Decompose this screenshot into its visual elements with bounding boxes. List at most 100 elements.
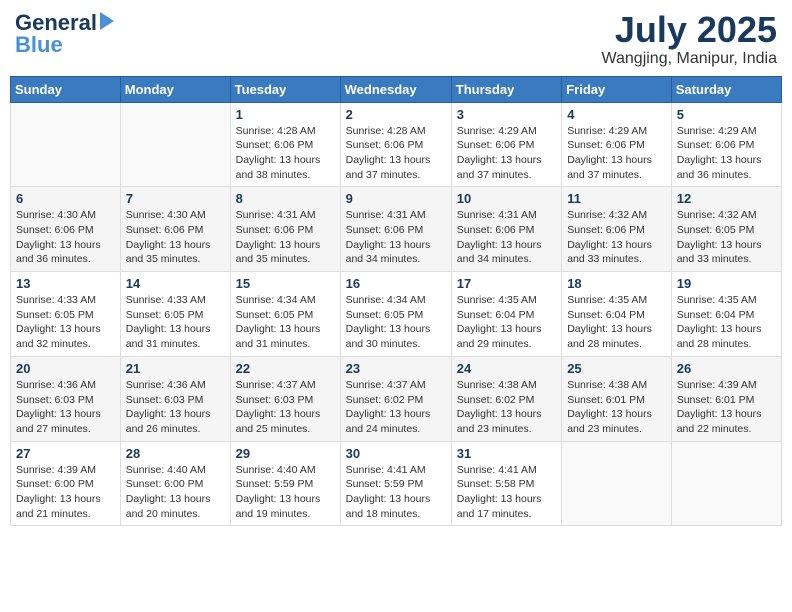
location: Wangjing, Manipur, India xyxy=(601,50,777,68)
day-info: Sunrise: 4:29 AM Sunset: 6:06 PM Dayligh… xyxy=(677,124,776,183)
table-row: 14 Sunrise: 4:33 AM Sunset: 6:05 PM Dayli… xyxy=(120,272,230,357)
day-number: 27 xyxy=(16,446,115,461)
logo: General Blue xyxy=(15,10,114,54)
table-row: 9 Sunrise: 4:31 AM Sunset: 6:06 PM Daylig… xyxy=(340,187,451,272)
day-number: 20 xyxy=(16,361,115,376)
table-row xyxy=(11,102,121,187)
table-row: 25 Sunrise: 4:38 AM Sunset: 6:01 PM Dayli… xyxy=(562,356,672,441)
header-tuesday: Tuesday xyxy=(230,76,340,102)
day-number: 4 xyxy=(567,107,666,122)
day-info: Sunrise: 4:35 AM Sunset: 6:04 PM Dayligh… xyxy=(567,293,666,352)
day-number: 17 xyxy=(457,276,556,291)
header-wednesday: Wednesday xyxy=(340,76,451,102)
day-number: 19 xyxy=(677,276,776,291)
day-number: 21 xyxy=(126,361,225,376)
table-row: 2 Sunrise: 4:28 AM Sunset: 6:06 PM Daylig… xyxy=(340,102,451,187)
day-number: 31 xyxy=(457,446,556,461)
header-monday: Monday xyxy=(120,76,230,102)
table-row: 26 Sunrise: 4:39 AM Sunset: 6:01 PM Dayli… xyxy=(671,356,781,441)
calendar-table: Sunday Monday Tuesday Wednesday Thursday… xyxy=(10,76,782,527)
month-title: July 2025 xyxy=(601,10,777,50)
day-info: Sunrise: 4:41 AM Sunset: 5:59 PM Dayligh… xyxy=(346,463,446,522)
day-info: Sunrise: 4:28 AM Sunset: 6:06 PM Dayligh… xyxy=(236,124,335,183)
table-row: 10Sunrise: 4:31 AM Sunset: 6:06 PM Dayli… xyxy=(451,187,561,272)
day-number: 29 xyxy=(236,446,335,461)
calendar-week-row: 6 Sunrise: 4:30 AM Sunset: 6:06 PM Daylig… xyxy=(11,187,782,272)
day-number: 11 xyxy=(567,191,666,206)
day-number: 28 xyxy=(126,446,225,461)
day-info: Sunrise: 4:36 AM Sunset: 6:03 PM Dayligh… xyxy=(16,378,115,437)
title-block: July 2025 Wangjing, Manipur, India xyxy=(601,10,777,68)
table-row: 28 Sunrise: 4:40 AM Sunset: 6:00 PM Dayli… xyxy=(120,441,230,526)
table-row: 30 Sunrise: 4:41 AM Sunset: 5:59 PM Dayli… xyxy=(340,441,451,526)
table-row xyxy=(120,102,230,187)
table-row: 3Sunrise: 4:29 AM Sunset: 6:06 PM Daylig… xyxy=(451,102,561,187)
table-row: 7 Sunrise: 4:30 AM Sunset: 6:06 PM Daylig… xyxy=(120,187,230,272)
day-info: Sunrise: 4:40 AM Sunset: 6:00 PM Dayligh… xyxy=(126,463,225,522)
day-info: Sunrise: 4:28 AM Sunset: 6:06 PM Dayligh… xyxy=(346,124,446,183)
day-number: 9 xyxy=(346,191,446,206)
day-number: 15 xyxy=(236,276,335,291)
table-row xyxy=(671,441,781,526)
table-row: 8Sunrise: 4:31 AM Sunset: 6:06 PM Daylig… xyxy=(230,187,340,272)
day-info: Sunrise: 4:35 AM Sunset: 6:04 PM Dayligh… xyxy=(677,293,776,352)
day-info: Sunrise: 4:31 AM Sunset: 6:06 PM Dayligh… xyxy=(346,208,446,267)
header-friday: Friday xyxy=(562,76,672,102)
day-number: 14 xyxy=(126,276,225,291)
table-row: 27Sunrise: 4:39 AM Sunset: 6:00 PM Dayli… xyxy=(11,441,121,526)
day-info: Sunrise: 4:40 AM Sunset: 5:59 PM Dayligh… xyxy=(236,463,335,522)
table-row: 17 Sunrise: 4:35 AM Sunset: 6:04 PM Dayli… xyxy=(451,272,561,357)
day-info: Sunrise: 4:33 AM Sunset: 6:05 PM Dayligh… xyxy=(16,293,115,352)
table-row: 31 Sunrise: 4:41 AM Sunset: 5:58 PM Dayli… xyxy=(451,441,561,526)
header-saturday: Saturday xyxy=(671,76,781,102)
table-row: 21Sunrise: 4:36 AM Sunset: 6:03 PM Dayli… xyxy=(120,356,230,441)
table-row: 5Sunrise: 4:29 AM Sunset: 6:06 PM Daylig… xyxy=(671,102,781,187)
page-header: General Blue July 2025 Wangjing, Manipur… xyxy=(10,10,782,68)
table-row xyxy=(562,441,672,526)
calendar-week-row: 20 Sunrise: 4:36 AM Sunset: 6:03 PM Dayli… xyxy=(11,356,782,441)
table-row: 13 Sunrise: 4:33 AM Sunset: 6:05 PM Dayli… xyxy=(11,272,121,357)
day-number: 7 xyxy=(126,191,225,206)
table-row: 22Sunrise: 4:37 AM Sunset: 6:03 PM Dayli… xyxy=(230,356,340,441)
table-row: 18 Sunrise: 4:35 AM Sunset: 6:04 PM Dayli… xyxy=(562,272,672,357)
day-info: Sunrise: 4:30 AM Sunset: 6:06 PM Dayligh… xyxy=(126,208,225,267)
day-info: Sunrise: 4:33 AM Sunset: 6:05 PM Dayligh… xyxy=(126,293,225,352)
day-info: Sunrise: 4:38 AM Sunset: 6:02 PM Dayligh… xyxy=(457,378,556,437)
table-row: 11 Sunrise: 4:32 AM Sunset: 6:06 PM Dayli… xyxy=(562,187,672,272)
day-info: Sunrise: 4:41 AM Sunset: 5:58 PM Dayligh… xyxy=(457,463,556,522)
day-info: Sunrise: 4:30 AM Sunset: 6:06 PM Dayligh… xyxy=(16,208,115,267)
day-info: Sunrise: 4:32 AM Sunset: 6:05 PM Dayligh… xyxy=(677,208,776,267)
header-sunday: Sunday xyxy=(11,76,121,102)
day-number: 26 xyxy=(677,361,776,376)
day-info: Sunrise: 4:38 AM Sunset: 6:01 PM Dayligh… xyxy=(567,378,666,437)
day-number: 6 xyxy=(16,191,115,206)
table-row: 29 Sunrise: 4:40 AM Sunset: 5:59 PM Dayli… xyxy=(230,441,340,526)
day-info: Sunrise: 4:35 AM Sunset: 6:04 PM Dayligh… xyxy=(457,293,556,352)
day-number: 25 xyxy=(567,361,666,376)
day-number: 2 xyxy=(346,107,446,122)
table-row: 16Sunrise: 4:34 AM Sunset: 6:05 PM Dayli… xyxy=(340,272,451,357)
day-number: 12 xyxy=(677,191,776,206)
day-number: 18 xyxy=(567,276,666,291)
logo-arrow-icon xyxy=(100,12,114,30)
logo-blue-text: Blue xyxy=(15,36,63,54)
day-number: 22 xyxy=(236,361,335,376)
day-number: 8 xyxy=(236,191,335,206)
table-row: 4Sunrise: 4:29 AM Sunset: 6:06 PM Daylig… xyxy=(562,102,672,187)
table-row: 20 Sunrise: 4:36 AM Sunset: 6:03 PM Dayli… xyxy=(11,356,121,441)
table-row: 19 Sunrise: 4:35 AM Sunset: 6:04 PM Dayli… xyxy=(671,272,781,357)
day-number: 13 xyxy=(16,276,115,291)
table-row: 1Sunrise: 4:28 AM Sunset: 6:06 PM Daylig… xyxy=(230,102,340,187)
day-info: Sunrise: 4:39 AM Sunset: 6:01 PM Dayligh… xyxy=(677,378,776,437)
calendar-week-row: 13 Sunrise: 4:33 AM Sunset: 6:05 PM Dayli… xyxy=(11,272,782,357)
calendar-header-row: Sunday Monday Tuesday Wednesday Thursday… xyxy=(11,76,782,102)
day-info: Sunrise: 4:31 AM Sunset: 6:06 PM Dayligh… xyxy=(457,208,556,267)
table-row: 23Sunrise: 4:37 AM Sunset: 6:02 PM Dayli… xyxy=(340,356,451,441)
day-number: 16 xyxy=(346,276,446,291)
day-number: 30 xyxy=(346,446,446,461)
day-info: Sunrise: 4:34 AM Sunset: 6:05 PM Dayligh… xyxy=(236,293,335,352)
day-info: Sunrise: 4:32 AM Sunset: 6:06 PM Dayligh… xyxy=(567,208,666,267)
table-row: 15 Sunrise: 4:34 AM Sunset: 6:05 PM Dayli… xyxy=(230,272,340,357)
calendar-week-row: 27Sunrise: 4:39 AM Sunset: 6:00 PM Dayli… xyxy=(11,441,782,526)
table-row: 12 Sunrise: 4:32 AM Sunset: 6:05 PM Dayli… xyxy=(671,187,781,272)
